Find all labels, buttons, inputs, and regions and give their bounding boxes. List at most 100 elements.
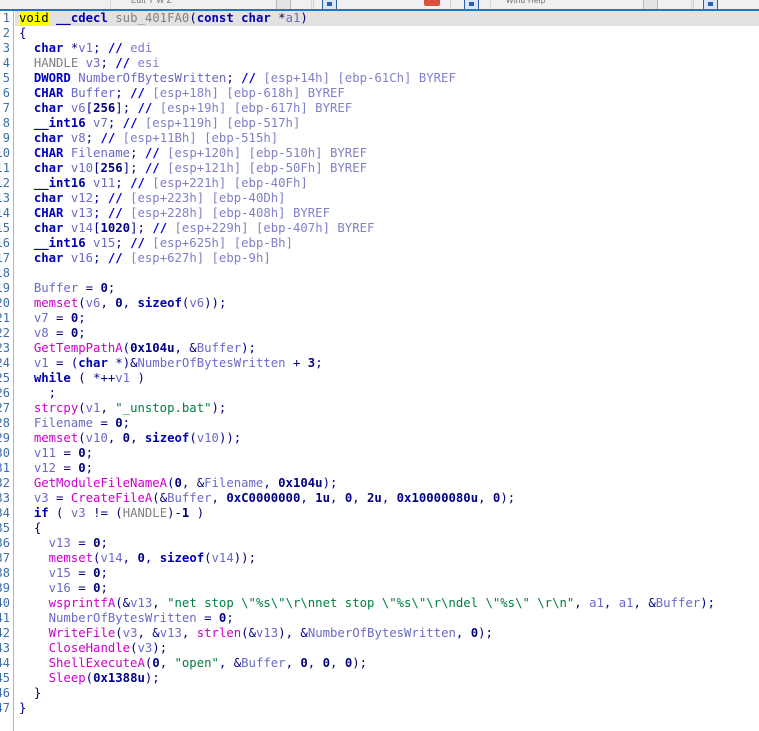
line-number: 7 xyxy=(2,101,10,115)
line-number: 6 xyxy=(2,86,10,100)
line-number: 20 xyxy=(0,296,10,310)
code-window: 1234567891011121314151617181920212223242… xyxy=(0,9,759,731)
code-line[interactable]: memset(v6, 0, sizeof(v6)); xyxy=(15,296,759,311)
line-number: 37 xyxy=(0,551,10,565)
line-number: 47 xyxy=(0,701,10,715)
code-line[interactable]: void __cdecl sub_401FA0(const char *a1) xyxy=(15,11,759,26)
code-line[interactable]: ; xyxy=(15,386,759,401)
code-line[interactable]: v3 = CreateFileA(&Buffer, 0xC0000000, 1u… xyxy=(15,491,759,506)
code-line[interactable]: __int16 v15; // [esp+625h] [ebp-Bh] xyxy=(15,236,759,251)
line-number: 30 xyxy=(0,446,10,460)
code-line[interactable]: } xyxy=(15,701,759,716)
code-line[interactable]: CHAR v13; // [esp+228h] [ebp-408h] BYREF xyxy=(15,206,759,221)
code-line[interactable]: Buffer = 0; xyxy=(15,281,759,296)
line-number: 8 xyxy=(2,116,10,130)
toolbar-group-left: Edit Y W Z xyxy=(110,0,312,9)
code-line[interactable]: v7 = 0; xyxy=(15,311,759,326)
line-number: 11 xyxy=(0,161,10,175)
line-number: 2 xyxy=(2,26,10,40)
code-line[interactable]: { xyxy=(15,521,759,536)
line-number: 18 xyxy=(0,266,10,280)
line-number: 27 xyxy=(0,401,10,415)
code-line[interactable]: v1 = (char *)&NumberOfBytesWritten + 3; xyxy=(15,356,759,371)
line-number: 36 xyxy=(0,536,10,550)
code-line[interactable]: v8 = 0; xyxy=(15,326,759,341)
line-number: 23 xyxy=(0,341,10,355)
code-line[interactable]: memset(v14, 0, sizeof(v14)); xyxy=(15,551,759,566)
line-number: 28 xyxy=(0,416,10,430)
toolbar-ghost-label-2: Wind Help xyxy=(506,0,546,5)
line-number: 34 xyxy=(0,506,10,520)
code-line[interactable]: strcpy(v1, "_unstop.bat"); xyxy=(15,401,759,416)
code-line[interactable]: char v10[256]; // [esp+121h] [ebp-50Fh] … xyxy=(15,161,759,176)
code-line[interactable]: NumberOfBytesWritten = 0; xyxy=(15,611,759,626)
line-number: 25 xyxy=(0,371,10,385)
line-number: 35 xyxy=(0,521,10,535)
code-line[interactable]: char v16; // [esp+627h] [ebp-9h] xyxy=(15,251,759,266)
code-line[interactable]: { xyxy=(15,26,759,41)
code-line[interactable]: __int16 v11; // [esp+221h] [ebp-40Fh] xyxy=(15,176,759,191)
code-line[interactable]: GetModuleFileNameA(0, &Filename, 0x104u)… xyxy=(15,476,759,491)
line-number: 5 xyxy=(2,71,10,85)
code-line[interactable]: DWORD NumberOfBytesWritten; // [esp+14h]… xyxy=(15,71,759,86)
red-pill-icon[interactable] xyxy=(424,0,440,6)
code-line[interactable]: WriteFile(v3, &v13, strlen(&v13), &Numbe… xyxy=(15,626,759,641)
line-number: 41 xyxy=(0,611,10,625)
code-line[interactable]: memset(v10, 0, sizeof(v10)); xyxy=(15,431,759,446)
line-number: 9 xyxy=(2,131,10,145)
code-line[interactable]: char v8; // [esp+11Bh] [ebp-515h] xyxy=(15,131,759,146)
toolbar-ghost-label-1: Edit Y W Z xyxy=(131,0,172,5)
code-line[interactable]: wsprintfA(&v13, "net stop \"%s\"\r\nnet … xyxy=(15,596,759,611)
code-line[interactable]: GetTempPathA(0x104u, &Buffer); xyxy=(15,341,759,356)
code-line[interactable]: __int16 v7; // [esp+119h] [ebp-517h] xyxy=(15,116,759,131)
line-number: 13 xyxy=(0,191,10,205)
line-number: 26 xyxy=(0,386,10,400)
line-number-gutter: 1234567891011121314151617181920212223242… xyxy=(0,11,14,731)
line-number: 16 xyxy=(0,236,10,250)
line-number: 10 xyxy=(0,146,10,160)
code-line[interactable]: v16 = 0; xyxy=(15,581,759,596)
line-number: 33 xyxy=(0,491,10,505)
code-line[interactable]: if ( v3 != (HANDLE)-1 ) xyxy=(15,506,759,521)
line-number: 3 xyxy=(2,41,10,55)
line-number: 4 xyxy=(2,56,10,70)
line-number: 32 xyxy=(0,476,10,490)
line-number: 17 xyxy=(0,251,10,265)
line-number: 21 xyxy=(0,311,10,325)
code-line[interactable]: char v6[256]; // [esp+19h] [ebp-617h] BY… xyxy=(15,101,759,116)
code-line[interactable]: Filename = 0; xyxy=(15,416,759,431)
code-line[interactable]: HANDLE v3; // esi xyxy=(15,56,759,71)
line-number: 24 xyxy=(0,356,10,370)
code-line[interactable]: while ( *++v1 ) xyxy=(15,371,759,386)
code-line[interactable]: CloseHandle(v3); xyxy=(15,641,759,656)
line-number: 43 xyxy=(0,641,10,655)
code-line[interactable]: ShellExecuteA(0, "open", &Buffer, 0, 0, … xyxy=(15,656,759,671)
line-number: 44 xyxy=(0,656,10,670)
code-line[interactable]: v15 = 0; xyxy=(15,566,759,581)
code-line[interactable] xyxy=(15,266,759,281)
code-line[interactable]: char v14[1020]; // [esp+229h] [ebp-407h]… xyxy=(15,221,759,236)
code-line[interactable]: char v12; // [esp+223h] [ebp-40Dh] xyxy=(15,191,759,206)
line-number: 39 xyxy=(0,581,10,595)
line-number: 19 xyxy=(0,281,10,295)
code-line[interactable]: v11 = 0; xyxy=(15,446,759,461)
line-number: 46 xyxy=(0,686,10,700)
line-number: 14 xyxy=(0,206,10,220)
toolbar-group-right: Wind Help xyxy=(490,0,692,9)
line-number: 40 xyxy=(0,596,10,610)
code-line[interactable]: Sleep(0x1388u); xyxy=(15,671,759,686)
code-line[interactable]: CHAR Filename; // [esp+120h] [ebp-510h] … xyxy=(15,146,759,161)
line-number: 45 xyxy=(0,671,10,685)
line-number: 31 xyxy=(0,461,10,475)
code-line[interactable]: v13 = 0; xyxy=(15,536,759,551)
line-number: 15 xyxy=(0,221,10,235)
code-line[interactable]: } xyxy=(15,686,759,701)
code-text-area[interactable]: void __cdecl sub_401FA0(const char *a1){… xyxy=(15,11,759,731)
line-number: 29 xyxy=(0,431,10,445)
line-number: 38 xyxy=(0,566,10,580)
code-line[interactable]: char *v1; // edi xyxy=(15,41,759,56)
code-line[interactable]: CHAR Buffer; // [esp+18h] [ebp-618h] BYR… xyxy=(15,86,759,101)
code-line[interactable]: v12 = 0; xyxy=(15,461,759,476)
line-number: 12 xyxy=(0,176,10,190)
line-number: 22 xyxy=(0,326,10,340)
